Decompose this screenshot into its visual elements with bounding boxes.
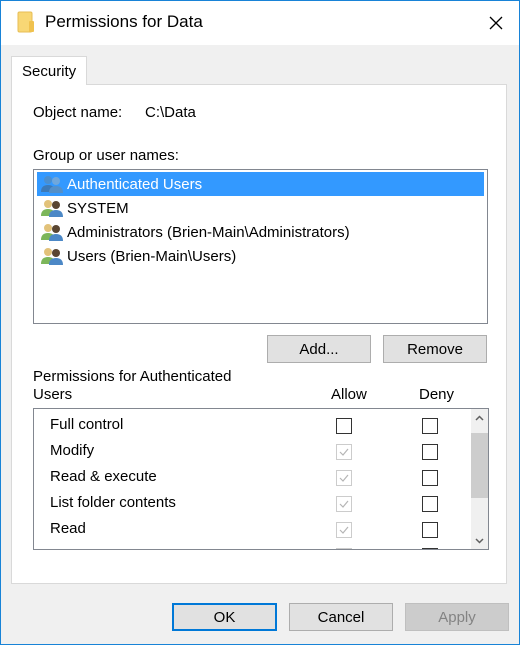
allow-checkbox bbox=[336, 470, 352, 486]
permission-row: Read & execute bbox=[34, 465, 464, 491]
permission-row: Full control bbox=[34, 413, 464, 439]
deny-column-header: Deny bbox=[419, 386, 455, 403]
apply-button: Apply bbox=[405, 603, 509, 631]
add-button[interactable]: Add... bbox=[267, 335, 371, 363]
scroll-up-button[interactable] bbox=[471, 409, 488, 426]
permissions-label-line2: Users bbox=[33, 386, 73, 403]
object-name-label: Object name: bbox=[33, 104, 123, 121]
permission-row: List folder contents bbox=[34, 491, 464, 517]
permission-row: Read bbox=[34, 517, 464, 543]
permission-name: Modify bbox=[50, 442, 95, 459]
chevron-down-icon bbox=[475, 537, 484, 544]
permission-name: Read & execute bbox=[50, 468, 157, 485]
permissions-label-line1: Permissions for Authenticated bbox=[33, 368, 232, 385]
deny-checkbox[interactable] bbox=[422, 418, 438, 434]
permissions-list: Full control Modify Read & execute List fol… bbox=[33, 408, 489, 550]
users-group-icon bbox=[41, 200, 63, 217]
cancel-button[interactable]: Cancel bbox=[289, 603, 393, 631]
permissions-scrollbar[interactable] bbox=[471, 409, 488, 549]
list-item-administrators[interactable]: Administrators (Brien-Main\Administrator… bbox=[37, 220, 484, 244]
allow-checkbox bbox=[336, 496, 352, 512]
group-user-list[interactable]: Authenticated Users SYSTEM Administrator… bbox=[33, 169, 488, 324]
tab-security[interactable]: Security bbox=[11, 56, 87, 85]
scrollbar-thumb[interactable] bbox=[471, 433, 488, 498]
remove-button[interactable]: Remove bbox=[383, 335, 487, 363]
permission-name: Read bbox=[50, 520, 86, 537]
list-item-authenticated-users[interactable]: Authenticated Users bbox=[37, 172, 484, 196]
close-icon bbox=[489, 16, 503, 30]
object-name-value: C:\Data bbox=[145, 104, 196, 121]
deny-checkbox[interactable] bbox=[422, 444, 438, 460]
deny-checkbox[interactable] bbox=[422, 496, 438, 512]
group-names-label: Group or user names: bbox=[33, 147, 179, 164]
permission-row: Modify bbox=[34, 439, 464, 465]
list-item-users[interactable]: Users (Brien-Main\Users) bbox=[37, 244, 484, 268]
title-bar: Permissions for Data bbox=[1, 1, 519, 45]
list-item-system[interactable]: SYSTEM bbox=[37, 196, 484, 220]
permission-row bbox=[34, 543, 464, 549]
permissions-dialog: Permissions for Data Security Object nam… bbox=[0, 0, 520, 645]
scroll-down-button[interactable] bbox=[471, 532, 488, 549]
deny-checkbox[interactable] bbox=[422, 548, 438, 549]
allow-checkbox bbox=[336, 444, 352, 460]
folder-icon bbox=[17, 11, 34, 33]
tab-security-label: Security bbox=[22, 63, 77, 80]
allow-checkbox[interactable] bbox=[336, 418, 352, 434]
deny-checkbox[interactable] bbox=[422, 470, 438, 486]
ok-button[interactable]: OK bbox=[172, 603, 277, 631]
window-title: Permissions for Data bbox=[45, 12, 203, 31]
allow-column-header: Allow bbox=[331, 386, 367, 403]
close-button[interactable] bbox=[473, 1, 519, 45]
chevron-up-icon bbox=[475, 414, 484, 421]
deny-checkbox[interactable] bbox=[422, 522, 438, 538]
users-group-icon bbox=[41, 224, 63, 241]
allow-checkbox bbox=[336, 548, 352, 549]
permission-name: Full control bbox=[50, 416, 124, 433]
allow-checkbox bbox=[336, 522, 352, 538]
permission-name: List folder contents bbox=[50, 494, 176, 511]
users-group-icon bbox=[41, 176, 63, 193]
users-group-icon bbox=[41, 248, 63, 265]
